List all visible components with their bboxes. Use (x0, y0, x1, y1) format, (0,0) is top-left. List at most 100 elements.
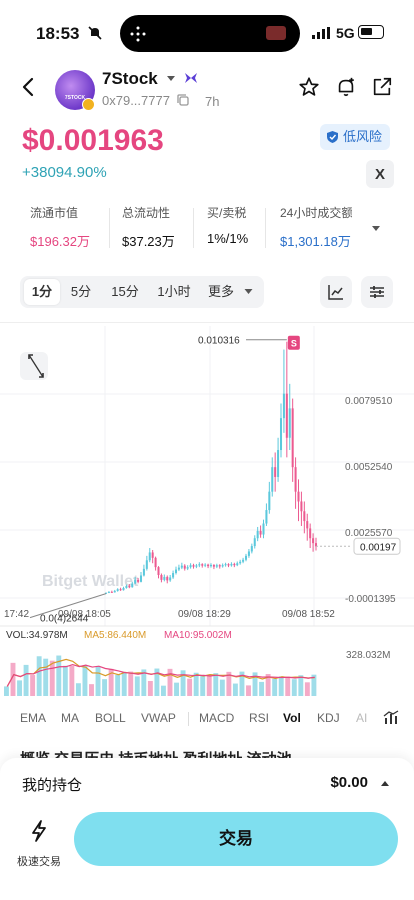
indicator-boll[interactable]: BOLL (95, 711, 126, 725)
chart-settings-button[interactable] (361, 276, 393, 308)
copy-icon[interactable] (176, 93, 190, 107)
share-icon[interactable] (371, 76, 393, 98)
candle (282, 393, 285, 419)
back-arrow-icon[interactable] (18, 76, 40, 98)
volume-bar (75, 683, 81, 696)
volume-bar (4, 686, 9, 696)
candle (113, 590, 116, 593)
stat-divider (265, 208, 266, 248)
candle (137, 579, 140, 582)
timeframe-more[interactable]: 更多 (204, 276, 238, 308)
x-social-button[interactable]: X (366, 160, 394, 188)
token-age: 7h (205, 94, 220, 109)
candle (288, 408, 291, 438)
volume-bar (278, 676, 284, 696)
ma10-label: MA10:95.002M (164, 630, 232, 641)
candle (186, 567, 189, 569)
candle (177, 567, 180, 570)
low-price-label: 0.0(4)2644 (40, 614, 89, 625)
candle (125, 586, 128, 588)
stat-market-cap: 流通市值 $196.32万 (30, 204, 90, 250)
candle (198, 564, 201, 566)
fullscreen-icon[interactable] (20, 352, 48, 380)
volume-bar (187, 678, 193, 696)
candle (268, 491, 271, 511)
holding-value: $0.00 (330, 774, 368, 791)
candle (279, 418, 283, 451)
indicator-vol[interactable]: Vol (283, 711, 301, 725)
candle (157, 567, 160, 575)
x-tick-label: 17:42 (4, 609, 29, 620)
caret-up-icon[interactable] (380, 780, 390, 788)
timeframe-1m[interactable]: 1分 (24, 279, 60, 305)
candle (122, 587, 125, 591)
indicator-tabs: EMA MA BOLL VWAP MACD RSI Vol KDJ AI (0, 706, 414, 732)
line-chart-icon (328, 285, 343, 300)
token-price: $0.001963 (22, 124, 164, 157)
caret-down-icon[interactable] (244, 288, 253, 295)
indicator-ma[interactable]: MA (61, 711, 79, 725)
indicator-macd[interactable]: MACD (199, 711, 234, 725)
chain-badge-icon (82, 98, 95, 111)
chart-type-button[interactable] (320, 276, 352, 308)
indicator-kdj[interactable]: KDJ (317, 711, 340, 725)
timeframe-15m[interactable]: 15分 (106, 276, 144, 308)
volume-bar (291, 679, 297, 696)
candle (277, 450, 280, 477)
star-icon[interactable] (298, 76, 320, 98)
candle (291, 408, 294, 468)
risk-label: 低风险 (343, 129, 383, 144)
high-price-label: 0.010316 (198, 336, 240, 347)
candle (256, 530, 259, 539)
price-chart[interactable]: Bitget Wallet 0.0079510 0.0052540 0.002557… (0, 326, 414, 704)
indicator-vwap[interactable]: VWAP (141, 711, 176, 725)
x-tick-label: 09/08 18:29 (178, 609, 231, 620)
indicator-ai[interactable]: AI (356, 711, 367, 725)
bottom-trade-sheet: 我的持仓 $0.00 极速交易 交易 (0, 758, 414, 900)
chart-top-divider (0, 322, 414, 323)
volume-bar (232, 683, 238, 696)
stat-label: 买/卖税 (207, 206, 247, 220)
candle (128, 586, 131, 588)
candle (169, 577, 172, 581)
candle (148, 552, 151, 561)
indicator-rsi[interactable]: RSI (249, 711, 269, 725)
y-axis-labels: 0.0079510 0.0052540 0.0025570 -0.0001395 (345, 396, 396, 605)
sell-marker-label: S (291, 339, 297, 349)
candle (160, 574, 163, 580)
candle (300, 501, 303, 512)
trade-button[interactable]: 交易 (74, 812, 398, 866)
quick-trade-label: 极速交易 (17, 856, 61, 868)
volume-bar (17, 680, 22, 696)
volume-bar (259, 681, 265, 696)
sliders-icon (370, 286, 384, 298)
stat-volume-24h: 24小时成交额 $1,301.18万 (280, 204, 352, 250)
quick-trade-button[interactable]: 极速交易 (14, 820, 64, 869)
timeframe-5m[interactable]: 5分 (64, 276, 98, 308)
token-name[interactable]: 7Stock (102, 69, 158, 89)
caret-down-icon[interactable] (166, 74, 176, 82)
stat-label: 24小时成交额 (280, 206, 352, 220)
candle (230, 563, 233, 566)
volume-bar (95, 666, 101, 696)
candle (247, 551, 250, 556)
timeframe-1h[interactable]: 1小时 (152, 276, 196, 308)
indicator-settings-icon[interactable] (383, 710, 399, 726)
candle (224, 564, 227, 566)
risk-badge[interactable]: 低风险 (320, 124, 391, 150)
volume-bar (30, 675, 36, 696)
bell-plus-icon[interactable] (335, 76, 357, 98)
volume-bar (128, 671, 134, 696)
volume-bar (134, 676, 140, 696)
volume-bar (36, 656, 42, 696)
indicator-ema[interactable]: EMA (20, 711, 46, 725)
candle (142, 568, 145, 576)
token-address[interactable]: 0x79...7777 (102, 93, 170, 108)
expand-stats-icon[interactable] (371, 224, 381, 232)
timeframe-selector: 1分 5分 15分 1小时 更多 (20, 276, 264, 308)
candle (218, 565, 221, 567)
candle (131, 583, 134, 588)
stat-label: 总流动性 (122, 206, 171, 220)
candle (294, 467, 297, 492)
volume-bar (49, 660, 55, 696)
